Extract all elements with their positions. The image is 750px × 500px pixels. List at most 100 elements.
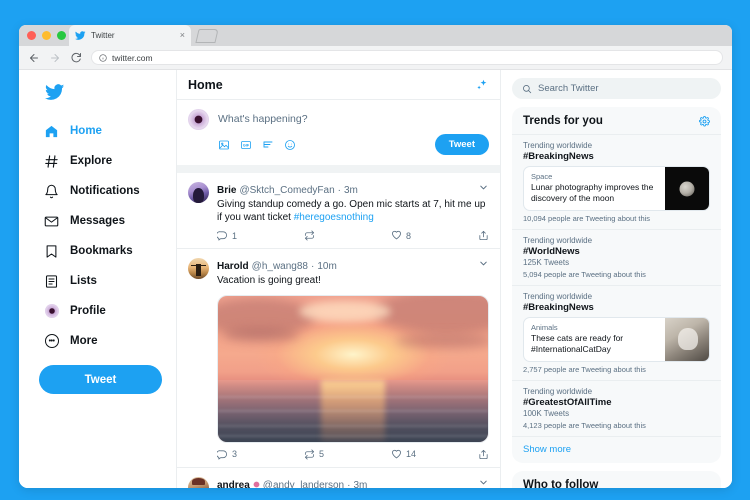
trend-tweet-volume: 10,094 people are Tweeting about this [523, 214, 651, 224]
trend-item[interactable]: Trending worldwide #BreakingNews Space L… [512, 135, 721, 231]
search-icon [523, 84, 532, 93]
close-tab-button[interactable]: × [180, 31, 185, 40]
trend-hashtag[interactable]: #BreakingNews [523, 302, 710, 313]
page-title: Home [188, 77, 223, 92]
like-action[interactable]: 8 [391, 230, 478, 241]
trend-category: Trending worldwide [523, 292, 593, 302]
primary-sidebar: Home Explore Notifications Messages Book… [19, 70, 176, 488]
compose-tweet-button[interactable]: Tweet [39, 365, 162, 394]
avatar[interactable] [188, 182, 209, 203]
sidebar-item-explore[interactable]: Explore [39, 146, 166, 176]
sparkle-icon[interactable] [475, 78, 489, 92]
tweet-author-handle[interactable]: @Sktch_ComedyFan [239, 185, 334, 196]
trend-tweet-volume: 4,123 people are Tweeting about this [523, 421, 646, 431]
trend-item[interactable]: Trending worldwide #WorldNews 125K Tweet… [512, 230, 721, 287]
tweet-author-name[interactable]: andrea [217, 480, 250, 488]
retweet-action[interactable] [304, 230, 391, 241]
sidebar-item-notifications[interactable]: Notifications [39, 176, 166, 206]
trend-item[interactable]: Trending worldwide #GreatestOfAllTime 10… [512, 381, 721, 438]
submit-tweet-button[interactable]: Tweet [434, 134, 489, 155]
compose-box[interactable]: What's happening? GIF Tweet [177, 100, 500, 173]
trend-category: Trending worldwide [523, 141, 593, 150]
wave-line [218, 395, 488, 398]
who-to-follow-title: Who to follow [523, 479, 599, 488]
trend-card[interactable]: Space Lunar photography improves the dis… [523, 166, 710, 212]
feed-column: Home What's happening? GIF Tweet Brie @S… [176, 70, 501, 488]
sidebar-item-lists[interactable]: Lists [39, 266, 166, 296]
trend-hashtag[interactable]: #GreatestOfAllTime [523, 397, 710, 408]
tweet-author-handle[interactable]: @h_wang88 [252, 261, 308, 272]
maximize-window-button[interactable] [57, 31, 66, 40]
twitter-logo[interactable] [39, 76, 166, 116]
avatar[interactable] [188, 476, 209, 488]
sidebar-item-profile[interactable]: Profile [39, 296, 166, 326]
browser-toolbar: twitter.com [19, 46, 732, 70]
wave-line [218, 424, 488, 427]
sidebar-item-bookmarks[interactable]: Bookmarks [39, 236, 166, 266]
address-bar[interactable]: twitter.com [91, 50, 723, 65]
tweet-author-name[interactable]: Harold [217, 261, 249, 272]
svg-text:GIF: GIF [243, 143, 250, 147]
tweet-photo[interactable] [217, 294, 489, 443]
like-action[interactable]: 14 [391, 449, 478, 460]
forward-arrow-icon[interactable] [49, 52, 61, 64]
gif-icon[interactable]: GIF [240, 139, 252, 151]
trend-tweet-count: 100K Tweets [523, 409, 570, 419]
like-count: 8 [406, 230, 412, 241]
address-bar-url: twitter.com [112, 52, 153, 63]
emoji-icon[interactable] [284, 139, 296, 151]
window-traffic-lights [27, 31, 66, 40]
reply-icon [217, 449, 228, 460]
chevron-down-icon[interactable] [478, 258, 489, 269]
site-info-icon[interactable] [99, 53, 107, 62]
trend-card-category: Space [531, 172, 553, 181]
trends-title: Trends for you [523, 115, 603, 127]
browser-tab-title: Twitter [91, 31, 115, 40]
trend-hashtag[interactable]: #BreakingNews [523, 151, 710, 162]
browser-tab[interactable]: Twitter × [69, 25, 191, 46]
heart-icon [392, 231, 401, 240]
show-more-link[interactable]: Show more [512, 437, 721, 463]
search-placeholder: Search Twitter [538, 83, 599, 94]
trend-tweet-volume: 5,094 people are Tweeting about this [523, 270, 646, 280]
retweet-icon [304, 449, 315, 460]
reload-icon[interactable] [70, 52, 82, 64]
tweet-list: Brie @Sktch_ComedyFan · 3m Giving standu… [177, 173, 500, 488]
share-action[interactable] [478, 449, 489, 460]
minimize-window-button[interactable] [42, 31, 51, 40]
cat-photo [665, 318, 709, 362]
sidebar-item-messages[interactable]: Messages [39, 206, 166, 236]
tweet-text: Giving standup comedy a go. Open mic sta… [217, 198, 489, 224]
ellipsis-circle-icon: ••• [44, 334, 59, 349]
reply-action[interactable]: 1 [217, 230, 304, 241]
trend-hashtag[interactable]: #WorldNews [523, 246, 710, 257]
trend-item[interactable]: Trending worldwide #BreakingNews Animals… [512, 286, 721, 382]
tweet-hashtag[interactable]: #heregoesnothing [294, 212, 374, 223]
trend-tweet-volume: 2,757 people are Tweeting about this [523, 365, 646, 375]
search-input[interactable]: Search Twitter [512, 78, 721, 99]
compose-input[interactable]: What's happening? [218, 109, 489, 134]
poll-icon[interactable] [262, 139, 274, 151]
tweet-author-handle[interactable]: @andy_landerson [263, 480, 344, 488]
tweet-item[interactable]: Harold @h_wang88 · 10m Vacation is going… [177, 249, 500, 468]
tweet-item[interactable]: andrea @andy_landerson · 3m How many lem… [177, 468, 500, 488]
trend-category: Trending worldwide [523, 387, 593, 397]
new-tab-button[interactable] [195, 29, 219, 43]
chevron-down-icon[interactable] [478, 182, 489, 193]
tweet-action-bar: 1 8 [217, 230, 489, 241]
tweet-item[interactable]: Brie @Sktch_ComedyFan · 3m Giving standu… [177, 173, 500, 250]
sidebar-item-home[interactable]: Home [39, 116, 166, 146]
image-icon[interactable] [218, 139, 230, 151]
gear-icon[interactable] [699, 115, 710, 127]
share-action[interactable] [478, 230, 489, 241]
retweet-action[interactable]: 5 [304, 449, 391, 460]
avatar[interactable] [188, 258, 209, 280]
tweet-author-name[interactable]: Brie [217, 185, 236, 196]
close-window-button[interactable] [27, 31, 36, 40]
cloud-shape [223, 327, 299, 343]
back-arrow-icon[interactable] [28, 52, 40, 64]
sidebar-item-more[interactable]: ••• More [39, 326, 166, 356]
reply-action[interactable]: 3 [217, 449, 304, 460]
trend-card[interactable]: Animals These cats are ready for #Intern… [523, 317, 710, 363]
chevron-down-icon[interactable] [478, 477, 489, 488]
